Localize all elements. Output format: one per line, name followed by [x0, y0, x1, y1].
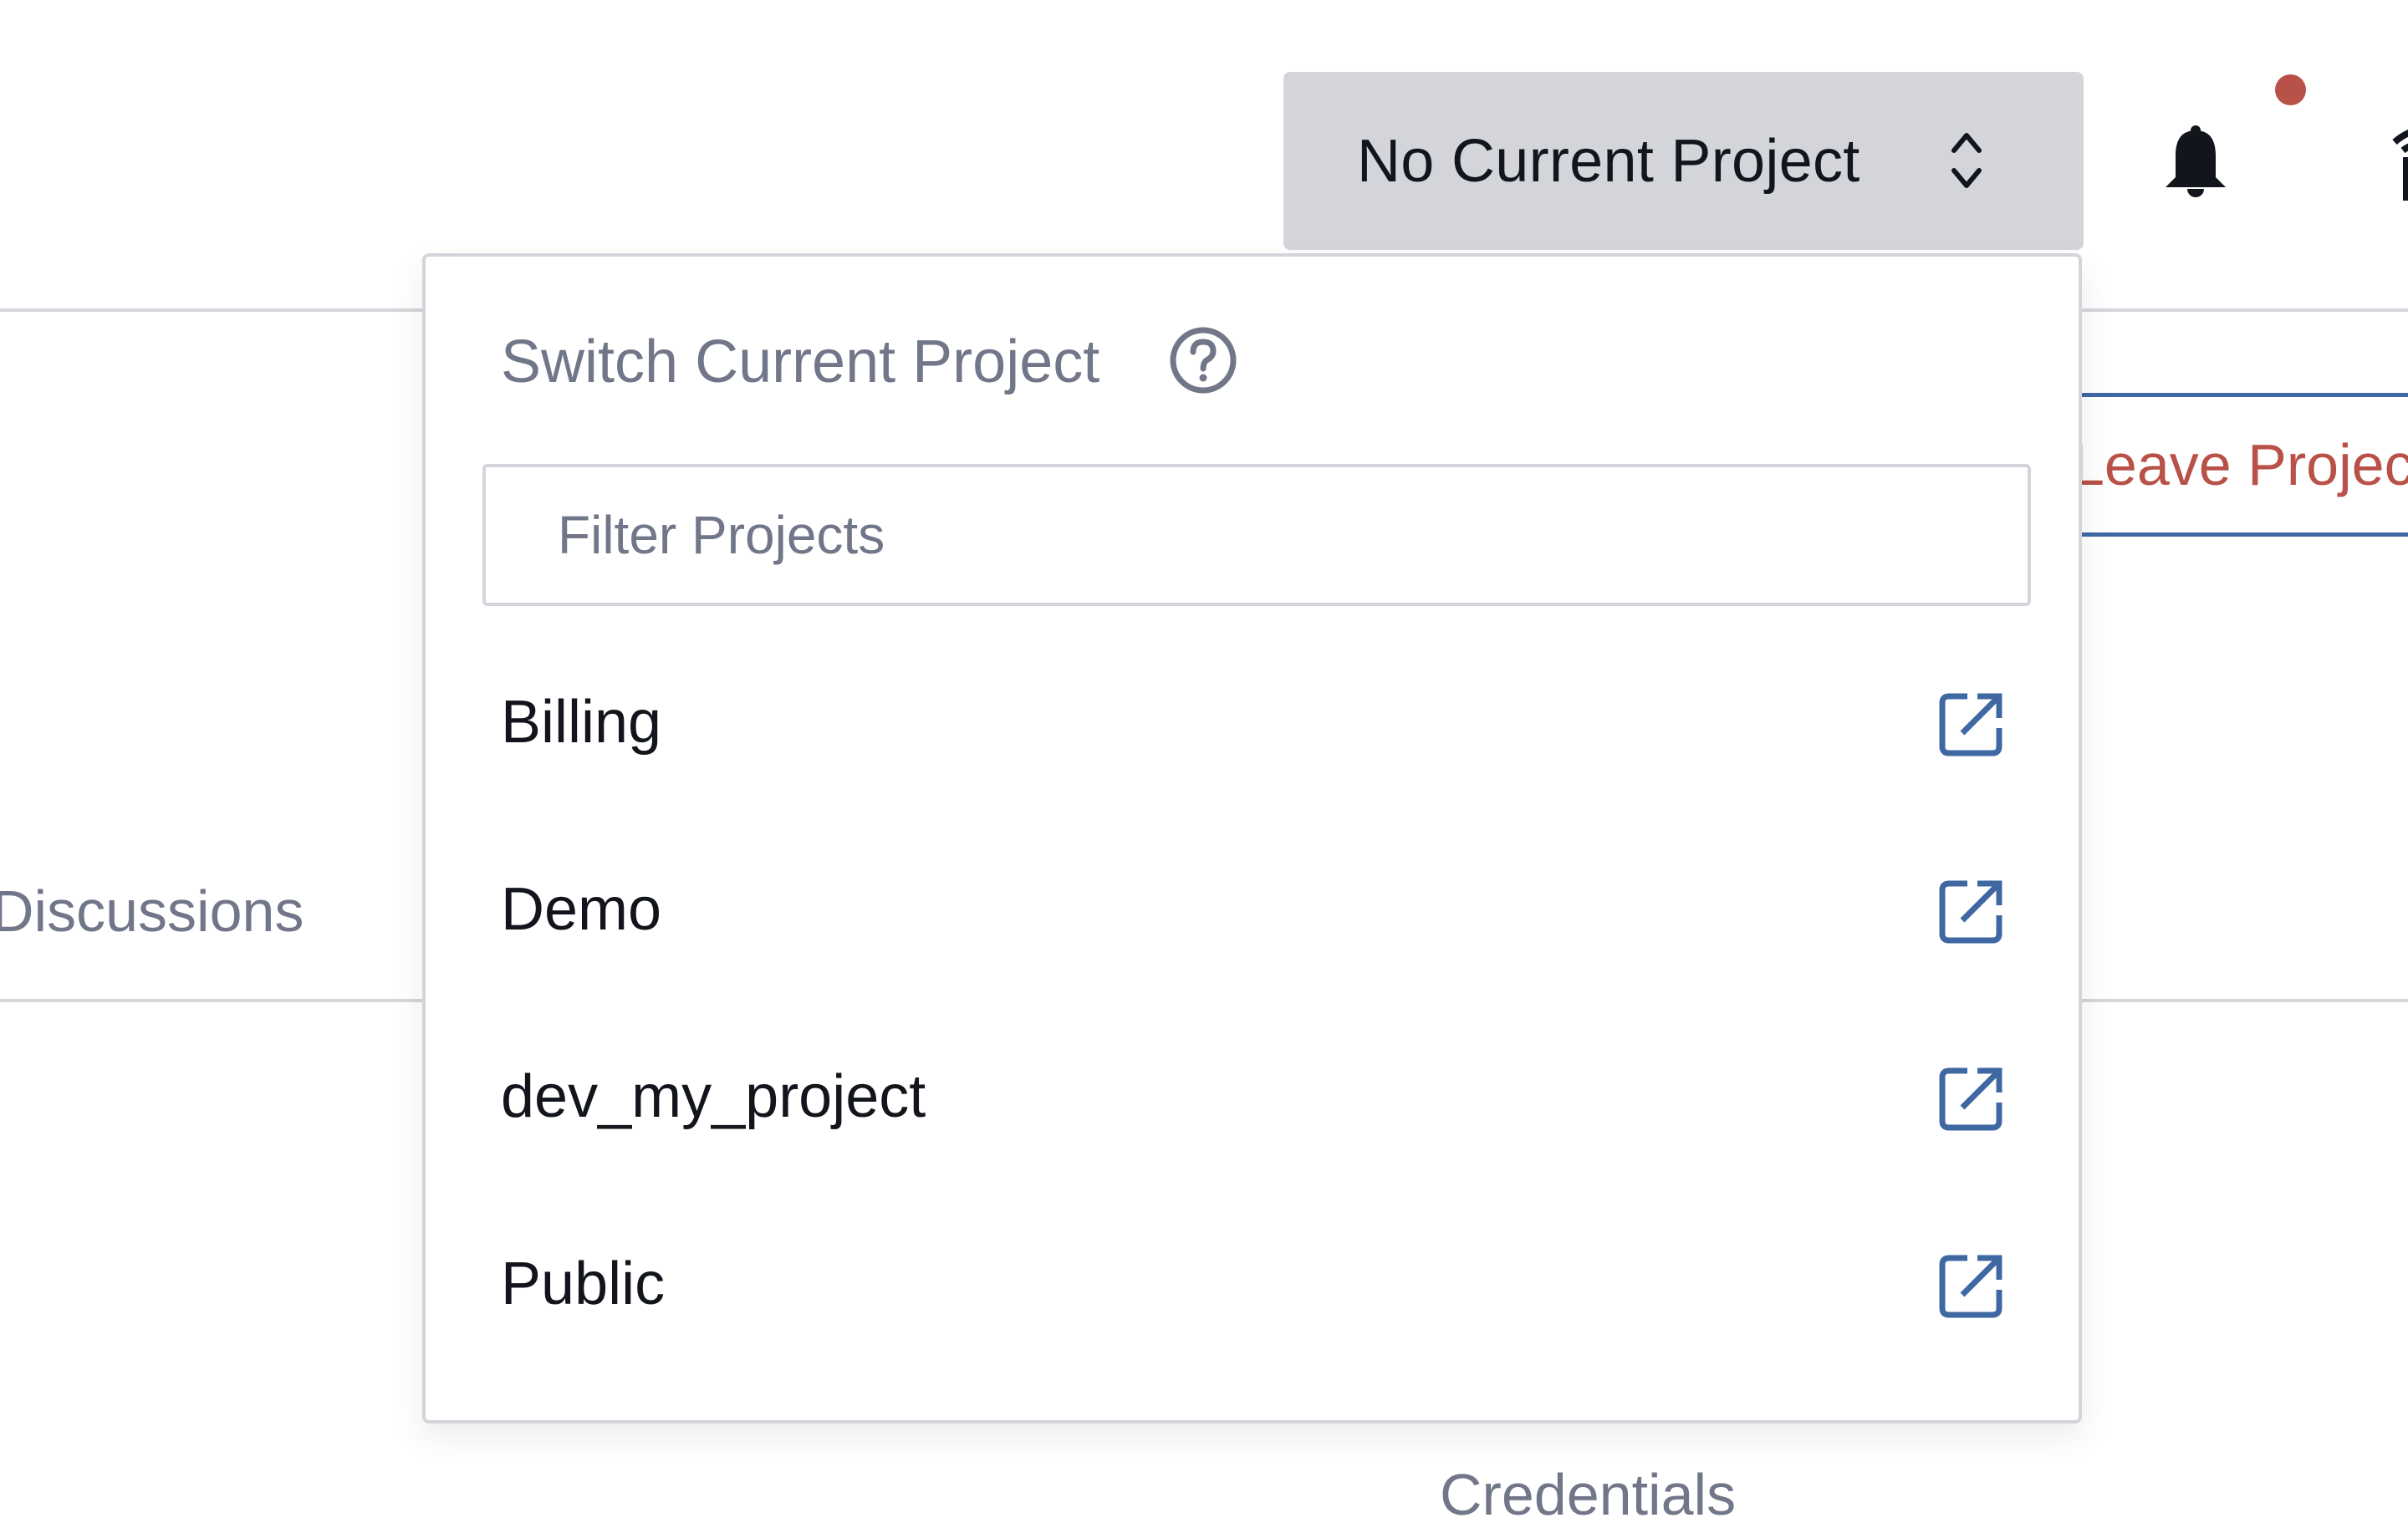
credentials-heading: Credentials	[1440, 1462, 1737, 1527]
external-link-icon[interactable]	[1937, 1066, 2004, 1133]
question-circle-icon[interactable]	[1168, 325, 1238, 395]
filter-projects-input[interactable]	[482, 464, 2031, 606]
project-item-dev-my-project[interactable]: dev_my_project	[426, 1007, 2079, 1194]
leave-project-label: Leave Project	[2082, 432, 2408, 497]
project-name: Billing	[501, 689, 662, 756]
chevron-up-down-icon	[1951, 133, 1982, 188]
switch-project-dropdown: Switch Current Project Billing Demo dev_…	[422, 253, 2082, 1424]
external-link-icon[interactable]	[1937, 879, 2004, 945]
project-item-billing[interactable]: Billing	[426, 633, 2079, 820]
external-link-icon[interactable]	[1937, 1253, 2004, 1320]
project-name: Public	[501, 1250, 666, 1317]
bell-icon[interactable]	[2164, 125, 2227, 197]
project-item-public[interactable]: Public	[426, 1194, 2079, 1382]
tab-discussions[interactable]: Discussions	[0, 878, 304, 945]
project-name: dev_my_project	[501, 1063, 926, 1130]
project-switcher-button[interactable]: No Current Project	[1283, 72, 2084, 250]
project-item-demo[interactable]: Demo	[426, 820, 2079, 1007]
dropdown-title: Switch Current Project	[501, 329, 1100, 395]
project-name: Demo	[501, 876, 662, 943]
external-link-icon[interactable]	[1937, 691, 2004, 758]
leave-project-button[interactable]: Leave Project	[2082, 393, 2408, 537]
project-switcher-label: No Current Project	[1357, 127, 1860, 195]
notification-badge	[2275, 74, 2306, 105]
partially-visible-icon[interactable]	[2391, 117, 2408, 201]
